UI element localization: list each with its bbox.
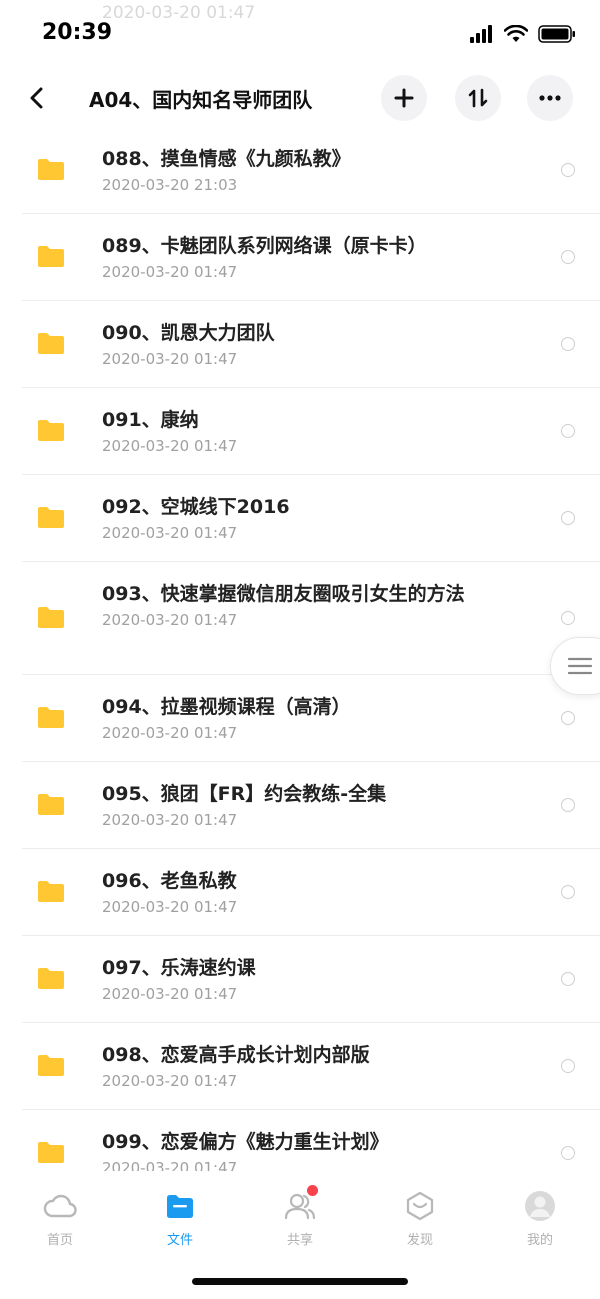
- file-date: 2020-03-20 01:47: [102, 724, 238, 742]
- file-row[interactable]: 092、空城线下2016 2020-03-20 01:47: [0, 474, 600, 562]
- file-row[interactable]: 094、拉墨视频课程（高清） 2020-03-20 01:47: [0, 674, 600, 762]
- folder-icon: [167, 1195, 193, 1218]
- select-checkbox[interactable]: [561, 336, 575, 351]
- tab-label: 共享: [286, 1233, 313, 1248]
- discover-icon: [406, 1191, 434, 1221]
- file-name: 089、卡魅团队系列网络课（原卡卡）: [102, 235, 427, 257]
- cloud-icon: [43, 1194, 77, 1218]
- select-checkbox[interactable]: [561, 423, 575, 438]
- file-row[interactable]: 089、卡魅团队系列网络课（原卡卡） 2020-03-20 01:47: [0, 213, 600, 301]
- file-row[interactable]: 097、乐涛速约课 2020-03-20 01:47: [0, 935, 600, 1023]
- file-name: 097、乐涛速约课: [102, 957, 256, 979]
- tab-label: 文件: [166, 1233, 193, 1248]
- file-date: 2020-03-20 01:47: [102, 1072, 238, 1090]
- file-name: 094、拉墨视频课程（高清）: [102, 696, 351, 718]
- add-button[interactable]: [381, 75, 427, 121]
- file-row[interactable]: 093、快速掌握微信朋友圈吸引女生的方法 2020-03-20 01:47: [0, 561, 600, 675]
- folder-icon: [38, 793, 64, 815]
- tab-files[interactable]: 文件: [120, 1171, 240, 1259]
- status-icons: [470, 25, 576, 43]
- file-date: 2020-03-20 01:47: [102, 811, 238, 829]
- file-name: 093、快速掌握微信朋友圈吸引女生的方法: [102, 583, 465, 605]
- file-name: 090、凯恩大力团队: [102, 322, 275, 344]
- tab-share[interactable]: 共享: [240, 1171, 360, 1259]
- file-name: 098、恋爱高手成长计划内部版: [102, 1044, 370, 1066]
- scrolled-date-ghost: 2020-03-20 01:47: [102, 3, 256, 23]
- select-checkbox[interactable]: [561, 1145, 575, 1160]
- tab-bar: 首页 文件 共享 发现 我的: [0, 1171, 600, 1259]
- folder-icon: [38, 706, 64, 728]
- select-checkbox[interactable]: [561, 249, 575, 264]
- status-time: 20:39: [42, 20, 113, 45]
- file-row[interactable]: 095、狼团【FR】约会教练-全集 2020-03-20 01:47: [0, 761, 600, 849]
- select-checkbox[interactable]: [561, 610, 575, 625]
- file-name: 099、恋爱偏方《魅力重生计划》: [102, 1131, 389, 1153]
- tab-mine[interactable]: 我的: [480, 1171, 600, 1259]
- menu-icon: [567, 657, 593, 675]
- tab-label: 我的: [526, 1233, 553, 1248]
- folder-icon: [38, 506, 64, 528]
- file-date: 2020-03-20 01:47: [102, 898, 238, 916]
- file-row[interactable]: 091、康纳 2020-03-20 01:47: [0, 387, 600, 475]
- file-row[interactable]: 098、恋爱高手成长计划内部版 2020-03-20 01:47: [0, 1022, 600, 1110]
- people-icon: [284, 1193, 316, 1220]
- file-date: 2020-03-20 01:47: [102, 350, 238, 368]
- plus-icon: [394, 88, 414, 108]
- folder-icon: [38, 880, 64, 902]
- file-row[interactable]: 096、老鱼私教 2020-03-20 01:47: [0, 848, 600, 936]
- select-checkbox[interactable]: [561, 162, 575, 177]
- wifi-icon: [504, 25, 528, 42]
- page-title: A04、国内知名导师团队: [89, 88, 313, 112]
- nav-bar: A04、国内知名导师团队: [0, 70, 600, 126]
- file-name: 091、康纳: [102, 409, 199, 431]
- folder-icon: [38, 419, 64, 441]
- file-row[interactable]: 090、凯恩大力团队 2020-03-20 01:47: [0, 300, 600, 388]
- select-checkbox[interactable]: [561, 710, 575, 725]
- file-row[interactable]: 099、恋爱偏方《魅力重生计划》 2020-03-20 01:47: [0, 1109, 600, 1171]
- back-icon: [30, 87, 43, 109]
- folder-icon: [38, 1054, 64, 1076]
- file-row[interactable]: 088、摸鱼情感《九颜私教》 2020-03-20 21:03: [0, 126, 600, 214]
- back-button[interactable]: [20, 78, 54, 118]
- tab-label: 首页: [46, 1233, 73, 1248]
- file-name: 096、老鱼私教: [102, 870, 237, 892]
- folder-icon: [38, 1141, 64, 1163]
- more-button[interactable]: [527, 75, 573, 121]
- select-checkbox[interactable]: [561, 1058, 575, 1073]
- tab-home[interactable]: 首页: [0, 1171, 120, 1259]
- file-date: 2020-03-20 01:47: [102, 437, 238, 455]
- folder-icon: [38, 967, 64, 989]
- file-date: 2020-03-20 01:47: [102, 263, 238, 281]
- file-date: 2020-03-20 01:47: [102, 524, 238, 542]
- floating-menu-button[interactable]: [550, 637, 600, 695]
- file-date: 2020-03-20 01:47: [102, 985, 238, 1003]
- file-name: 095、狼团【FR】约会教练-全集: [102, 783, 387, 805]
- folder-icon: [38, 245, 64, 267]
- file-name: 088、摸鱼情感《九颜私教》: [102, 148, 351, 170]
- sort-button[interactable]: [455, 75, 501, 121]
- file-list: 088、摸鱼情感《九颜私教》 2020-03-20 21:03 089、卡魅团队…: [0, 126, 600, 1171]
- status-bar: 2020-03-20 01:47 20:39: [0, 0, 600, 70]
- folder-icon: [38, 332, 64, 354]
- avatar-icon: [525, 1191, 555, 1221]
- folder-icon: [38, 158, 64, 180]
- select-checkbox[interactable]: [561, 510, 575, 525]
- more-icon: [539, 95, 561, 101]
- select-checkbox[interactable]: [561, 797, 575, 812]
- folder-icon: [38, 606, 64, 628]
- sort-icon: [468, 88, 488, 108]
- file-date: 2020-03-20 21:03: [102, 176, 238, 194]
- home-indicator[interactable]: [192, 1278, 408, 1285]
- select-checkbox[interactable]: [561, 971, 575, 986]
- file-date: 2020-03-20 01:47: [102, 1159, 238, 1171]
- notification-badge: [307, 1185, 318, 1196]
- select-checkbox[interactable]: [561, 884, 575, 899]
- battery-icon: [538, 25, 575, 43]
- signal-icon: [470, 25, 492, 43]
- tab-discover[interactable]: 发现: [360, 1171, 480, 1259]
- file-date: 2020-03-20 01:47: [102, 611, 238, 629]
- tab-label: 发现: [406, 1233, 433, 1248]
- file-name: 092、空城线下2016: [102, 496, 290, 518]
